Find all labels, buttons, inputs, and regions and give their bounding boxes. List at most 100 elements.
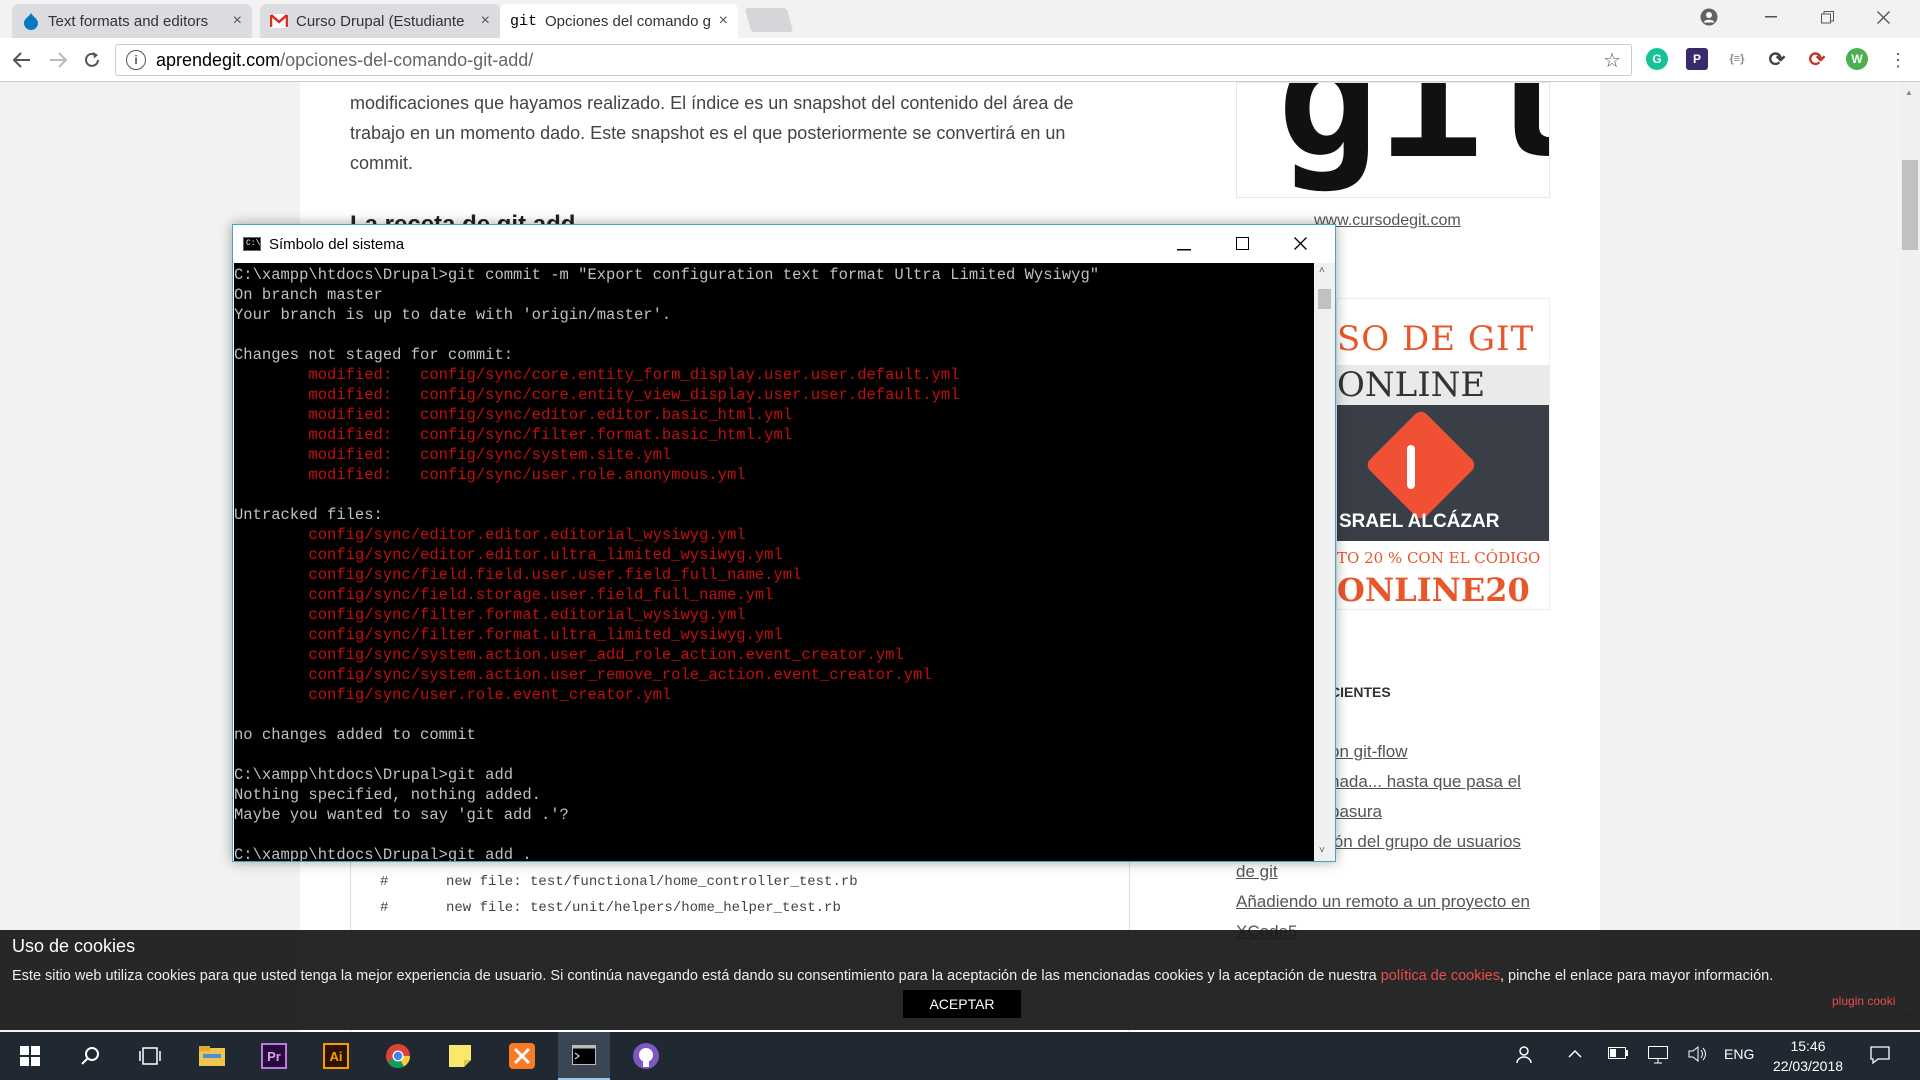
promo-discount: TO 20 % CON EL CÓDIGO — [1337, 549, 1541, 567]
minimize-icon[interactable] — [1748, 4, 1794, 30]
chevron-up-icon[interactable] — [1568, 1046, 1582, 1064]
console-line: On branch master — [234, 286, 383, 304]
people-icon[interactable] — [1516, 1046, 1536, 1069]
console-scroll-down-icon[interactable]: ˅ — [1319, 845, 1325, 856]
network-icon[interactable] — [1648, 1046, 1668, 1069]
url-path: /opciones-del-comando-git-add/ — [280, 49, 534, 70]
console-line: modified: config/sync/filter.format.basi… — [234, 426, 793, 444]
tab-opciones-git[interactable]: git Opciones del comando git × — [500, 4, 738, 38]
task-view-icon[interactable] — [124, 1032, 176, 1080]
git-diamond-icon — [1364, 408, 1478, 522]
console-line: config/sync/system.action.user_add_role_… — [234, 646, 904, 664]
console-line: config/sync/user.role.event_creator.yml — [234, 686, 672, 704]
recent-post-link[interactable]: de git — [1236, 862, 1278, 882]
scroll-up-icon[interactable]: ▲ — [1905, 88, 1913, 97]
sticky-notes-icon[interactable] — [434, 1032, 486, 1080]
close-window-icon[interactable] — [1860, 4, 1906, 30]
illustrator-icon[interactable]: Ai — [310, 1032, 362, 1080]
url-host: aprendegit.com — [156, 49, 281, 70]
console-line: modified: config/sync/user.role.anonymou… — [234, 466, 746, 484]
github-icon[interactable] — [620, 1032, 672, 1080]
console-scrollbar[interactable]: ˄ ˅ — [1314, 263, 1335, 861]
info-icon[interactable]: i — [126, 50, 146, 70]
console-line: Your branch is up to date with 'origin/m… — [234, 306, 672, 324]
promo-author: SRAEL ALCÁZAR — [1339, 511, 1500, 532]
recent-post-link[interactable]: ión del grupo de usuarios — [1330, 832, 1521, 852]
language-indicator[interactable]: ENG — [1724, 1046, 1754, 1062]
file-explorer-icon[interactable] — [186, 1032, 238, 1080]
close-icon[interactable]: × — [481, 12, 490, 30]
console-line: config/sync/system.action.user_remove_ro… — [234, 666, 932, 684]
sync-red-icon[interactable]: ⟳ — [1806, 48, 1828, 71]
course-promo-banner[interactable]: SO DE GIT ONLINE SRAEL ALCÁZAR TO 20 % C… — [1336, 298, 1550, 610]
notifications-icon[interactable] — [1870, 1046, 1890, 1069]
console-minimize-icon[interactable] — [1177, 238, 1191, 256]
clock-time: 15:46 — [1790, 1038, 1826, 1054]
console-line: modified: config/sync/core.entity_view_d… — [234, 386, 960, 404]
sync-icon[interactable]: ⟳ — [1766, 48, 1788, 71]
tab-title: Curso Drupal (Estudiante — [296, 12, 465, 30]
premiere-icon[interactable]: Pr — [248, 1032, 300, 1080]
xampp-icon[interactable] — [496, 1032, 548, 1080]
tab-title: Opciones del comando git — [545, 12, 711, 30]
json-icon[interactable]: {≡} — [1726, 48, 1748, 70]
tab-text-formats[interactable]: Text formats and editors × — [12, 4, 252, 38]
page-scroll-thumb[interactable] — [1902, 160, 1918, 250]
code-line: new file: test/unit/helpers/home_helper_… — [446, 900, 841, 916]
promo-code: ONLINE20 — [1337, 571, 1530, 609]
gmail-icon — [270, 12, 288, 30]
close-icon[interactable]: × — [719, 12, 728, 30]
search-icon[interactable] — [64, 1032, 116, 1080]
grammarly-icon[interactable]: G — [1646, 48, 1668, 70]
menu-icon[interactable]: ⋮ — [1884, 46, 1912, 74]
console-title: Símbolo del sistema — [269, 235, 405, 253]
console-line: config/sync/editor.editor.editorial_wysi… — [234, 526, 746, 544]
console-scroll-up-icon[interactable]: ˄ — [1319, 265, 1325, 276]
command-prompt-window[interactable]: C:\ Símbolo del sistema C:\xampp\htdocs\… — [232, 224, 1336, 862]
console-titlebar[interactable]: C:\ Símbolo del sistema — [233, 225, 1335, 263]
address-bar[interactable]: i aprendegit.com/opciones-del-comando-gi… — [115, 44, 1632, 76]
chrome-icon[interactable] — [372, 1032, 424, 1080]
console-line: Changes not staged for commit: — [234, 346, 514, 364]
back-icon[interactable] — [8, 46, 36, 74]
clock[interactable]: 15:46 22/03/2018 — [1768, 1036, 1848, 1076]
site-link[interactable]: www.cursodegit.com — [1314, 212, 1461, 230]
windows-taskbar: Pr Ai ENG 15:46 22/03/2018 — [0, 1032, 1920, 1080]
article-paragraph-line: trabajo en un momento dado. Este snapsho… — [350, 123, 1066, 143]
drupal-icon — [22, 12, 40, 30]
recent-post-link[interactable]: nada... hasta que pasa el — [1330, 772, 1521, 792]
console-close-icon[interactable] — [1294, 237, 1307, 255]
console-line: config/sync/editor.editor.ultra_limited_… — [234, 546, 783, 564]
accept-cookies-button[interactable]: ACEPTAR — [903, 990, 1021, 1018]
p-extension-icon[interactable]: P — [1686, 48, 1708, 70]
cmd-icon[interactable] — [558, 1032, 610, 1080]
reload-icon[interactable] — [78, 46, 106, 74]
console-scroll-thumb[interactable] — [1318, 289, 1331, 309]
battery-icon[interactable] — [1608, 1046, 1628, 1064]
windows-start-icon[interactable] — [4, 1032, 56, 1080]
console-line: modified: config/sync/editor.editor.basi… — [234, 406, 793, 424]
console-maximize-icon[interactable] — [1236, 237, 1249, 255]
console-line: modified: config/sync/core.entity_form_d… — [234, 366, 960, 384]
new-tab-button[interactable] — [744, 8, 794, 32]
cookie-policy-link[interactable]: política de cookies — [1381, 968, 1500, 984]
recent-post-link[interactable]: Añadiendo un remoto a un proyecto en — [1236, 892, 1530, 912]
forward-icon[interactable] — [44, 46, 72, 74]
close-icon[interactable]: × — [233, 12, 242, 30]
tab-curso-drupal[interactable]: Curso Drupal (Estudiante × — [260, 4, 500, 38]
wordpress-icon[interactable]: W — [1846, 48, 1868, 70]
recent-post-link[interactable]: on git-flow — [1330, 742, 1407, 762]
bookmark-star-icon[interactable]: ☆ — [1603, 48, 1621, 73]
console-line: config/sync/field.storage.user.field_ful… — [234, 586, 774, 604]
profile-icon[interactable] — [1686, 4, 1732, 30]
code-hash: # — [380, 900, 389, 916]
code-hash: # — [380, 874, 389, 890]
browser-tab-bar: Text formats and editors × Curso Drupal … — [0, 0, 1920, 38]
console-line: Maybe you wanted to say 'git add .'? — [234, 806, 569, 824]
restore-icon[interactable] — [1804, 4, 1850, 30]
volume-icon[interactable] — [1688, 1045, 1708, 1067]
console-output[interactable]: C:\xampp\htdocs\Drupal>git commit -m "Ex… — [234, 263, 1314, 861]
plugin-cookie-link[interactable]: plugin cooki — [1832, 994, 1895, 1008]
cookie-text: Este sitio web utiliza cookies para que … — [12, 968, 1773, 984]
recent-post-link[interactable]: basura — [1330, 802, 1382, 822]
